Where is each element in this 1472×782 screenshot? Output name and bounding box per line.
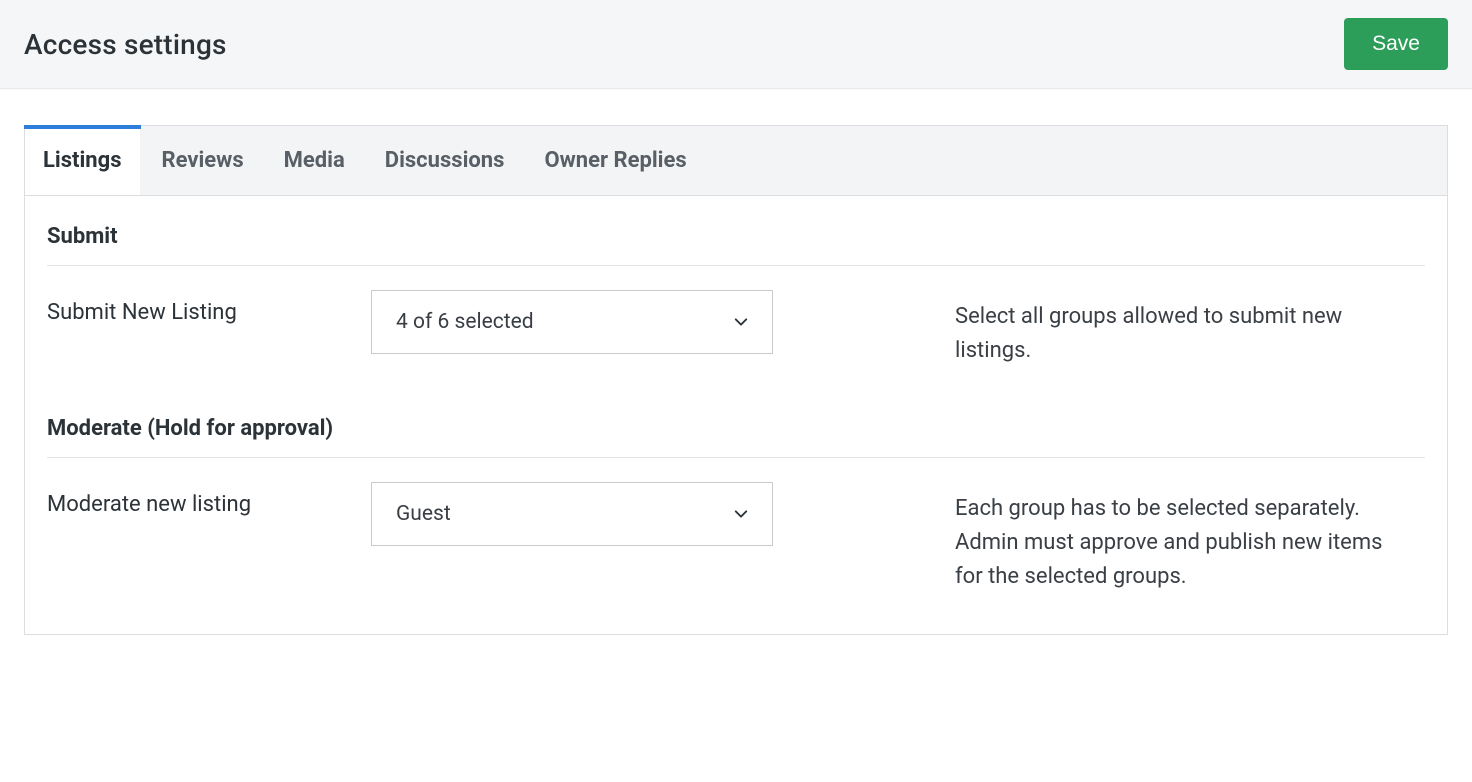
select-value: 4 of 6 selected <box>396 310 534 334</box>
label-moderate-new-listing: Moderate new listing <box>47 482 347 517</box>
help-submit-new-listing: Select all groups allowed to submit new … <box>955 290 1425 368</box>
tab-panel-listings: Submit Submit New Listing 4 of 6 selecte… <box>24 196 1448 635</box>
control-moderate-new-listing: Guest <box>371 482 931 546</box>
select-moderate-new-listing[interactable]: Guest <box>371 482 773 546</box>
section-title-submit: Submit <box>47 224 1425 266</box>
tab-reviews[interactable]: Reviews <box>144 126 262 195</box>
row-moderate-new-listing: Moderate new listing Guest Each group ha… <box>25 458 1447 594</box>
page-header: Access settings Save <box>0 0 1472 89</box>
content: Listings Reviews Media Discussions Owner… <box>0 89 1472 675</box>
help-moderate-new-listing: Each group has to be selected separately… <box>955 482 1425 594</box>
tab-discussions[interactable]: Discussions <box>367 126 523 195</box>
page-title: Access settings <box>24 28 227 61</box>
chevron-down-icon <box>734 507 748 521</box>
row-submit-new-listing: Submit New Listing 4 of 6 selected Selec… <box>25 266 1447 368</box>
tab-owner-replies[interactable]: Owner Replies <box>526 126 704 195</box>
control-submit-new-listing: 4 of 6 selected <box>371 290 931 354</box>
select-value: Guest <box>396 502 451 526</box>
save-button[interactable]: Save <box>1344 18 1448 70</box>
tab-listings[interactable]: Listings <box>25 126 140 195</box>
tabs: Listings Reviews Media Discussions Owner… <box>24 125 1448 196</box>
select-submit-new-listing[interactable]: 4 of 6 selected <box>371 290 773 354</box>
section-title-moderate: Moderate (Hold for approval) <box>47 416 1425 458</box>
chevron-down-icon <box>734 315 748 329</box>
label-submit-new-listing: Submit New Listing <box>47 290 347 325</box>
tab-media[interactable]: Media <box>266 126 363 195</box>
